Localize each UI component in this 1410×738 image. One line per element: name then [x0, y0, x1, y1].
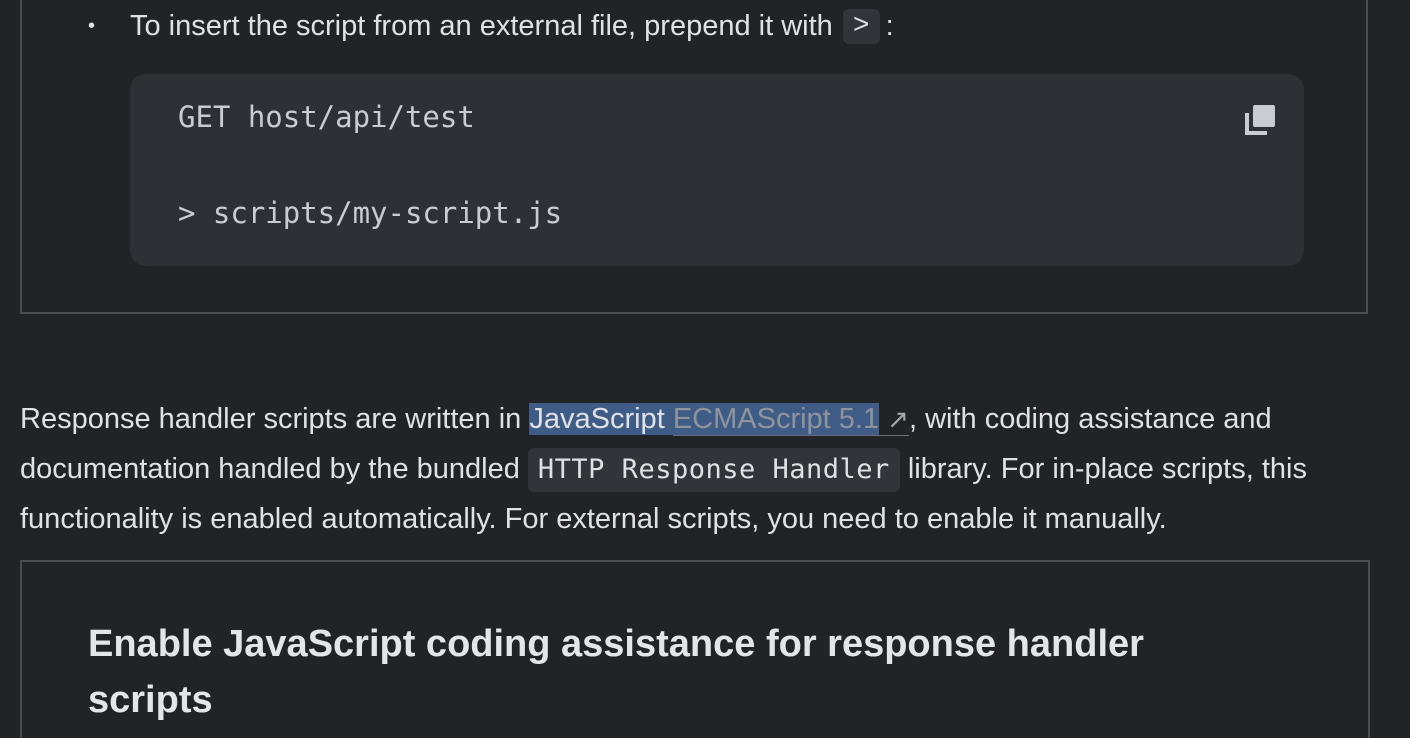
code-line: GET host/api/test: [178, 100, 475, 134]
selected-text: JavaScript: [529, 403, 665, 435]
copy-icon[interactable]: [1242, 102, 1278, 138]
bullet-icon: •: [88, 14, 96, 37]
section-heading: Enable JavaScript coding assistance for …: [88, 623, 1144, 721]
link-text: ECMAScript 5.1: [672, 403, 880, 435]
list-item-text: To insert the script from an external fi…: [130, 9, 833, 42]
description-paragraph: Response handler scripts are written in …: [20, 394, 1390, 544]
paragraph-text: Response handler scripts are written in: [20, 403, 530, 435]
code-block[interactable]: GET host/api/test > scripts/my-script.js: [130, 74, 1304, 266]
external-link-icon: ↗: [887, 404, 909, 434]
code-line: > scripts/my-script.js: [178, 196, 563, 230]
documentation-page: • To insert the script from an external …: [0, 0, 1410, 738]
list-item-colon: :: [885, 9, 894, 42]
procedure-box: Enable JavaScript coding assistance for …: [20, 560, 1370, 738]
inline-code-library: HTTP Response Handler: [527, 448, 900, 492]
list-item: • To insert the script from an external …: [88, 4, 894, 48]
ecmascript-link[interactable]: ECMAScript 5.1 ↗: [672, 403, 909, 436]
inline-code-prefix: >: [842, 8, 880, 44]
